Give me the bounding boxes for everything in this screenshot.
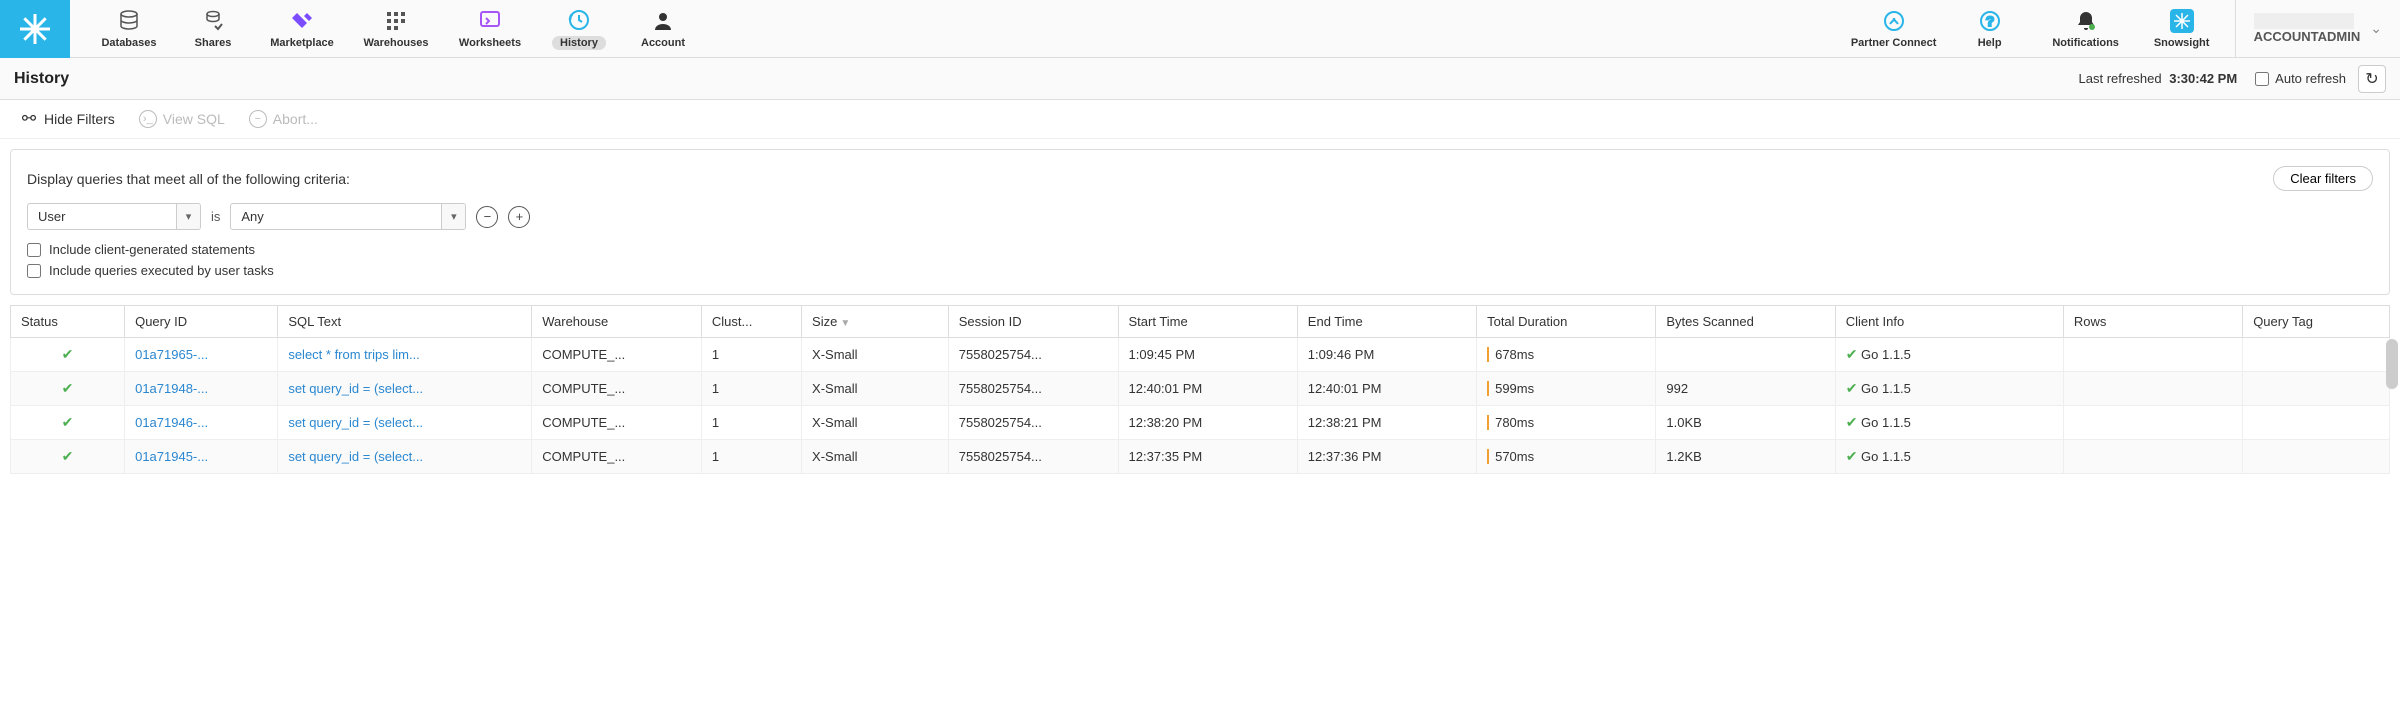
clear-filters-button[interactable]: Clear filters: [2273, 166, 2373, 191]
filter-panel: Display queries that meet all of the fol…: [10, 149, 2390, 295]
sql-icon: ›_: [139, 110, 157, 128]
marketplace-icon: [289, 8, 315, 34]
partner-icon: [1881, 8, 1907, 34]
sql-text-link[interactable]: set query_id = (select...: [288, 381, 423, 396]
col-rows[interactable]: Rows: [2063, 306, 2242, 338]
col-cluster[interactable]: Clust...: [701, 306, 801, 338]
col-client-info[interactable]: Client Info: [1835, 306, 2063, 338]
nav-worksheets[interactable]: Worksheets: [444, 3, 536, 54]
svg-text:?: ?: [1985, 13, 1994, 29]
topbar: Databases Shares Marketplace Warehouses …: [0, 0, 2400, 58]
nav-marketplace[interactable]: Marketplace: [256, 3, 348, 54]
nav-databases[interactable]: Databases: [88, 3, 170, 54]
col-sql-text[interactable]: SQL Text: [278, 306, 532, 338]
success-icon: ✔: [1846, 380, 1858, 396]
col-status[interactable]: Status: [11, 306, 125, 338]
abort-icon: −: [249, 110, 267, 128]
col-query-id[interactable]: Query ID: [125, 306, 278, 338]
table-header-row: Status Query ID SQL Text Warehouse Clust…: [11, 306, 2390, 338]
database-icon: [116, 8, 142, 34]
refresh-icon: ↻: [2365, 69, 2378, 89]
query-id-link[interactable]: 01a71965-...: [135, 347, 208, 362]
last-refreshed: Last refreshed 3:30:42 PM: [2079, 71, 2238, 86]
nav-snowsight[interactable]: Snowsight: [2135, 4, 2229, 53]
table-row[interactable]: ✔01a71965-...select * from trips lim...C…: [11, 338, 2390, 372]
col-end-time[interactable]: End Time: [1297, 306, 1476, 338]
col-start-time[interactable]: Start Time: [1118, 306, 1297, 338]
sort-desc-icon: ▼: [840, 318, 850, 329]
success-icon: ✔: [1846, 448, 1858, 464]
account-role: ACCOUNTADMIN: [2254, 29, 2361, 44]
history-table: Status Query ID SQL Text Warehouse Clust…: [10, 305, 2390, 474]
sql-text-link[interactable]: set query_id = (select...: [288, 415, 423, 430]
scrollbar-thumb[interactable]: [2386, 339, 2398, 389]
account-name-placeholder: [2254, 13, 2354, 29]
warehouses-icon: [383, 8, 409, 34]
filter-criteria-text: Display queries that meet all of the fol…: [27, 171, 350, 187]
refresh-button[interactable]: ↻: [2358, 65, 2386, 93]
nav-account[interactable]: Account: [622, 3, 704, 54]
snowsight-icon: [2169, 8, 2195, 34]
view-sql-button: ›_View SQL: [139, 110, 225, 128]
query-id-link[interactable]: 01a71948-...: [135, 381, 208, 396]
chevron-down-icon: ⌄: [2370, 20, 2382, 37]
chevron-down-icon: ▾: [441, 204, 465, 229]
nav-warehouses[interactable]: Warehouses: [350, 3, 442, 54]
auto-refresh-toggle[interactable]: Auto refresh: [2255, 71, 2346, 86]
success-icon: ✔: [62, 346, 74, 362]
success-icon: ✔: [1846, 414, 1858, 430]
table-row[interactable]: ✔01a71948-...set query_id = (select...CO…: [11, 372, 2390, 406]
query-id-link[interactable]: 01a71945-...: [135, 449, 208, 464]
hide-filters-button[interactable]: ⚯Hide Filters: [20, 110, 115, 128]
include-client-checkbox[interactable]: Include client-generated statements: [27, 242, 2373, 257]
nav-notifications[interactable]: Notifications: [2039, 4, 2133, 53]
subheader: History Last refreshed 3:30:42 PM Auto r…: [0, 58, 2400, 100]
account-icon: [650, 8, 676, 34]
nav-help[interactable]: ?Help: [1943, 4, 2037, 53]
remove-filter-button[interactable]: −: [476, 206, 498, 228]
col-bytes-scanned[interactable]: Bytes Scanned: [1656, 306, 1835, 338]
nav-shares[interactable]: Shares: [172, 3, 254, 54]
chevron-down-icon: ▾: [176, 204, 200, 229]
filter-icon: ⚯: [20, 110, 38, 128]
history-table-wrap: Status Query ID SQL Text Warehouse Clust…: [0, 305, 2400, 474]
abort-button: −Abort...: [249, 110, 318, 128]
bell-icon: [2073, 8, 2099, 34]
col-size[interactable]: Size▼: [802, 306, 949, 338]
nav-left: Databases Shares Marketplace Warehouses …: [88, 3, 704, 54]
col-query-tag[interactable]: Query Tag: [2243, 306, 2390, 338]
worksheets-icon: [477, 8, 503, 34]
filter-value-select[interactable]: Any▾: [230, 203, 466, 230]
success-icon: ✔: [62, 448, 74, 464]
history-icon: [566, 7, 592, 33]
snowflake-logo[interactable]: [0, 0, 70, 58]
help-icon: ?: [1977, 8, 2003, 34]
success-icon: ✔: [62, 380, 74, 396]
sql-text-link[interactable]: select * from trips lim...: [288, 347, 419, 362]
success-icon: ✔: [1846, 346, 1858, 362]
col-total-duration[interactable]: Total Duration: [1477, 306, 1656, 338]
nav-history[interactable]: History: [538, 3, 620, 54]
add-filter-button[interactable]: +: [508, 206, 530, 228]
account-menu[interactable]: ACCOUNTADMIN ⌄: [2235, 0, 2400, 57]
sql-text-link[interactable]: set query_id = (select...: [288, 449, 423, 464]
table-row[interactable]: ✔01a71946-...set query_id = (select...CO…: [11, 406, 2390, 440]
nav-partner-connect[interactable]: Partner Connect: [1847, 4, 1941, 53]
table-row[interactable]: ✔01a71945-...set query_id = (select...CO…: [11, 440, 2390, 474]
filter-field-select[interactable]: User▾: [27, 203, 201, 230]
col-warehouse[interactable]: Warehouse: [532, 306, 702, 338]
toolbar: ⚯Hide Filters ›_View SQL −Abort...: [0, 100, 2400, 139]
page-title: History: [14, 70, 69, 88]
auto-refresh-checkbox[interactable]: [2255, 72, 2269, 86]
nav-right: Partner Connect ?Help Notifications Snow…: [1847, 4, 2229, 53]
query-id-link[interactable]: 01a71946-...: [135, 415, 208, 430]
col-session-id[interactable]: Session ID: [948, 306, 1118, 338]
include-tasks-checkbox[interactable]: Include queries executed by user tasks: [27, 263, 2373, 278]
shares-icon: [200, 8, 226, 34]
success-icon: ✔: [62, 414, 74, 430]
